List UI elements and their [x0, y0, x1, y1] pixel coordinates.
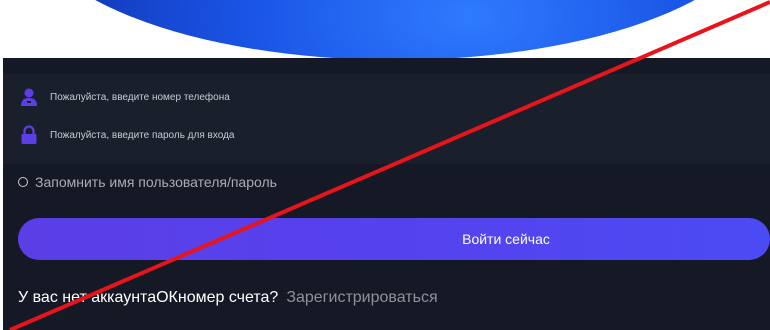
signup-prompt: У вас нет аккаунтаОКномер счета? Зарегист… — [18, 289, 438, 307]
radio-icon[interactable] — [18, 177, 28, 187]
password-field[interactable]: Пожалуйста, введите пароль для входа — [3, 116, 770, 154]
remember-credentials-option[interactable]: Запомнить имя пользователя/пароль — [18, 174, 277, 190]
no-account-text: У вас нет аккаунтаОКномер счета? — [18, 289, 279, 306]
credentials-block: Пожалуйста, введите номер телефона Пожал… — [3, 74, 770, 164]
phone-placeholder: Пожалуйста, введите номер телефона — [50, 91, 230, 103]
banner-graphic — [25, 0, 765, 60]
screenshot-stage: Пожалуйста, введите номер телефона Пожал… — [0, 0, 770, 330]
lock-icon — [21, 125, 37, 144]
login-button[interactable]: Войти сейчас — [18, 218, 770, 260]
user-icon — [21, 88, 37, 106]
header-banner — [0, 0, 770, 62]
password-placeholder: Пожалуйста, введите пароль для входа — [50, 129, 235, 141]
login-panel: Пожалуйста, введите номер телефона Пожал… — [3, 58, 770, 330]
register-link[interactable]: Зарегистрироваться — [286, 289, 437, 306]
remember-label: Запомнить имя пользователя/пароль — [35, 174, 277, 190]
phone-field[interactable]: Пожалуйста, введите номер телефона — [3, 78, 770, 116]
